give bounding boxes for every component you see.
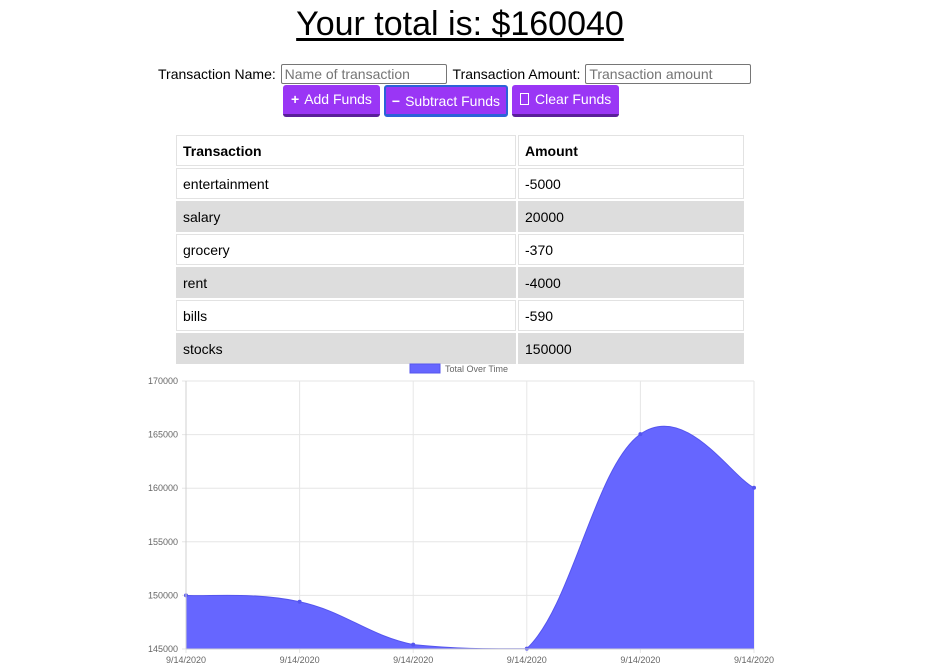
budget-tracker-page: Your total is: $160040 Transaction Name:… — [0, 0, 936, 672]
y-tick-label: 145000 — [148, 644, 178, 654]
y-tick-label: 155000 — [148, 537, 178, 547]
x-tick-label: 9/14/2020 — [507, 655, 547, 665]
x-tick-label: 9/14/2020 — [393, 655, 433, 665]
x-tick-label: 9/14/2020 — [280, 655, 320, 665]
y-tick-label: 160000 — [148, 483, 178, 493]
data-point — [411, 642, 416, 647]
total-over-time-chart: 1700001650001600001550001500001450009/14… — [148, 363, 774, 665]
y-tick-label: 170000 — [148, 376, 178, 386]
x-tick-label: 9/14/2020 — [620, 655, 660, 665]
y-tick-label: 165000 — [148, 430, 178, 440]
x-tick-label: 9/14/2020 — [734, 655, 774, 665]
data-point — [297, 599, 302, 604]
data-point — [638, 432, 643, 437]
legend-swatch — [409, 363, 441, 374]
y-tick-label: 150000 — [148, 590, 178, 600]
x-tick-label: 9/14/2020 — [166, 655, 206, 665]
data-point — [752, 485, 756, 490]
series-area — [186, 426, 754, 649]
legend-label: Total Over Time — [445, 364, 508, 374]
